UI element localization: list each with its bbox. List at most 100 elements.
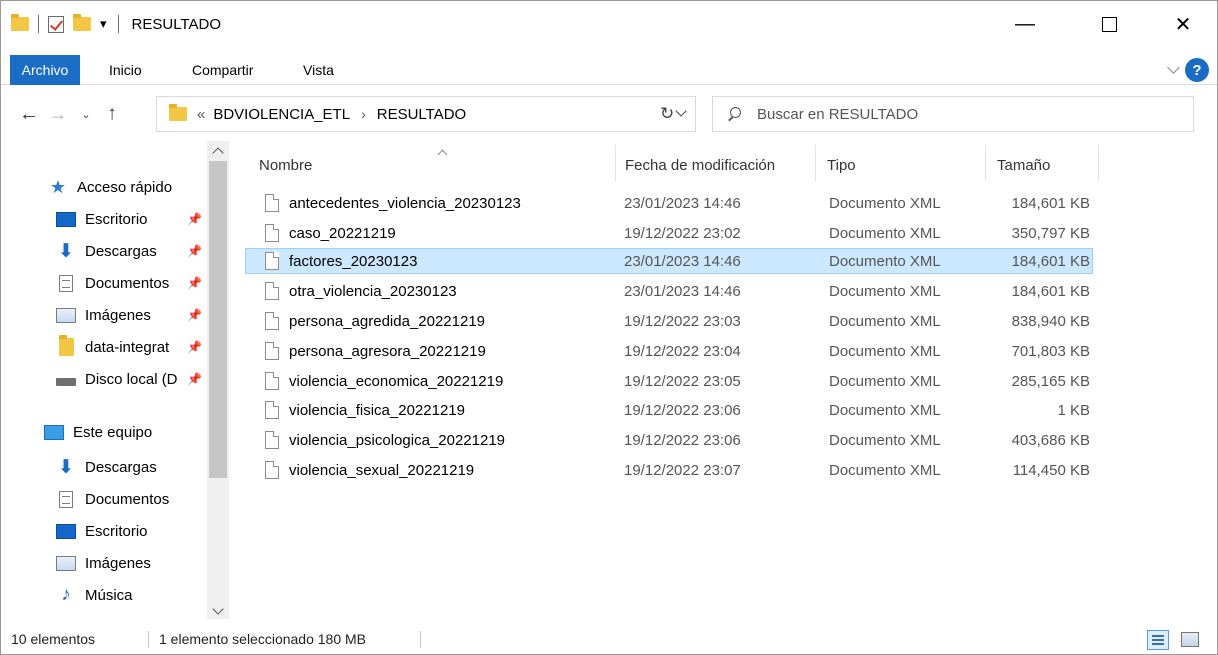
- sidebar-item-quick-access[interactable]: ★ Acceso rápido: [47, 174, 172, 200]
- sidebar-item-label: Imágenes: [85, 554, 151, 572]
- scroll-down-icon[interactable]: [212, 603, 224, 615]
- refresh-button[interactable]: ↻: [660, 96, 674, 132]
- breadcrumb-overflow[interactable]: «: [197, 106, 205, 123]
- file-row[interactable]: otra_violencia_20230123 23/01/2023 14:46…: [245, 278, 1093, 304]
- forward-button[interactable]: →: [48, 96, 68, 132]
- back-arrow-icon: ←: [19, 102, 39, 125]
- scroll-up-icon[interactable]: [212, 147, 224, 159]
- help-icon[interactable]: ?: [1185, 58, 1209, 82]
- file-row[interactable]: violencia_economica_20221219 19/12/2022 …: [245, 368, 1093, 394]
- large-icons-view-icon[interactable]: [1181, 632, 1199, 647]
- search-input[interactable]: [757, 105, 1177, 123]
- sidebar-item-data-integrat[interactable]: data-integrat 📌: [55, 334, 205, 360]
- column-header-name[interactable]: Nombre: [259, 149, 619, 181]
- sidebar-item-desktop-pc[interactable]: Escritorio: [55, 518, 148, 544]
- back-button[interactable]: ←: [17, 96, 41, 132]
- sidebar-item-downloads[interactable]: ⬇ Descargas 📌: [55, 238, 205, 264]
- scrollbar-thumb[interactable]: [209, 161, 227, 478]
- file-row[interactable]: antecedentes_violencia_20230123 23/01/20…: [245, 190, 1093, 216]
- address-bar[interactable]: « BDVIOLENCIA_ETL › RESULTADO: [156, 96, 696, 132]
- column-divider[interactable]: [1098, 145, 1099, 181]
- desktop-icon: [55, 522, 77, 540]
- file-type: Documento XML: [829, 461, 941, 479]
- sidebar-item-label: Documentos: [85, 274, 170, 292]
- file-name: persona_agresora_20221219: [289, 342, 486, 360]
- minimize-button[interactable]: —: [995, 1, 1055, 47]
- sidebar-item-label: Este equipo: [73, 423, 153, 441]
- close-icon: ✕: [1174, 13, 1192, 36]
- item-count: 10 elementos: [11, 631, 96, 647]
- up-button[interactable]: ↑: [101, 96, 123, 132]
- file-row[interactable]: violencia_fisica_20221219 19/12/2022 23:…: [245, 397, 1093, 423]
- expand-ribbon-icon[interactable]: [1167, 61, 1180, 74]
- folder-icon: [11, 14, 29, 31]
- new-folder-icon[interactable]: [73, 14, 91, 31]
- file-row[interactable]: persona_agresora_20221219 19/12/2022 23:…: [245, 338, 1093, 364]
- file-type: Documento XML: [829, 312, 941, 330]
- xml-file-icon: [265, 282, 279, 300]
- tab-compartir[interactable]: Compartir: [192, 55, 253, 85]
- sidebar-item-downloads-pc[interactable]: ⬇ Descargas: [55, 454, 157, 480]
- sidebar-item-label: Música: [85, 586, 133, 604]
- file-size: 184,601 KB: [1011, 282, 1090, 300]
- status-divider: [148, 631, 149, 648]
- music-icon: ♪: [61, 584, 71, 605]
- recent-locations-button[interactable]: ⌄: [79, 96, 93, 132]
- pin-icon[interactable]: 📌: [187, 372, 202, 386]
- sidebar-item-documents-pc[interactable]: Documentos: [55, 486, 169, 512]
- column-header-type[interactable]: Tipo: [827, 149, 856, 181]
- toolbar-divider: [117, 15, 119, 33]
- details-view-icon[interactable]: [1147, 630, 1169, 650]
- column-header-size[interactable]: Tamaño: [997, 149, 1050, 181]
- file-row-selected[interactable]: factores_20230123 23/01/2023 14:46 Docum…: [245, 248, 1093, 274]
- navigation-pane-scrollbar[interactable]: [207, 141, 229, 619]
- search-box[interactable]: [712, 96, 1194, 132]
- pin-icon[interactable]: 📌: [187, 340, 202, 354]
- file-size: 184,601 KB: [1011, 194, 1090, 212]
- column-divider[interactable]: [615, 145, 616, 181]
- file-name: caso_20221219: [289, 224, 396, 242]
- sidebar-item-pictures-pc[interactable]: Imágenes: [55, 550, 151, 576]
- xml-file-icon: [265, 372, 279, 390]
- sidebar-item-local-disk[interactable]: Disco local (D 📌: [55, 366, 205, 392]
- pin-icon[interactable]: 📌: [187, 308, 202, 322]
- download-icon: ⬇: [58, 456, 74, 478]
- tab-archivo[interactable]: Archivo: [10, 55, 80, 85]
- file-row[interactable]: persona_agredida_20221219 19/12/2022 23:…: [245, 308, 1093, 334]
- pin-icon[interactable]: 📌: [187, 276, 202, 290]
- sidebar-item-music[interactable]: ♪ Música: [55, 582, 133, 608]
- sidebar-item-desktop[interactable]: Escritorio 📌: [55, 206, 205, 232]
- breadcrumb-item[interactable]: BDVIOLENCIA_ETL: [213, 106, 350, 123]
- sidebar-item-label: data-integrat: [85, 338, 170, 356]
- pin-icon[interactable]: 📌: [187, 244, 202, 258]
- file-date: 19/12/2022 23:02: [624, 224, 741, 242]
- breadcrumb-separator-icon[interactable]: ›: [361, 106, 366, 122]
- maximize-button[interactable]: [1079, 1, 1139, 47]
- column-divider[interactable]: [815, 145, 816, 181]
- sidebar-item-pictures[interactable]: Imágenes 📌: [55, 302, 205, 328]
- xml-file-icon: [265, 431, 279, 449]
- file-type: Documento XML: [829, 224, 941, 242]
- ribbon-tabs: Archivo Inicio Compartir Vista ?: [1, 55, 1217, 85]
- pin-icon[interactable]: 📌: [187, 212, 202, 226]
- folder-icon: [55, 335, 77, 356]
- xml-file-icon: [265, 252, 279, 270]
- documents-icon: [55, 274, 77, 292]
- close-button[interactable]: ✕: [1153, 1, 1213, 47]
- sort-ascending-icon: [437, 149, 448, 160]
- address-dropdown-icon[interactable]: [675, 105, 687, 117]
- properties-icon[interactable]: [48, 15, 64, 33]
- customize-toolbar-dropdown[interactable]: ▾: [100, 16, 107, 32]
- column-header-date[interactable]: Fecha de modificación: [625, 149, 775, 181]
- file-row[interactable]: caso_20221219 19/12/2022 23:02 Documento…: [245, 220, 1093, 246]
- column-divider[interactable]: [985, 145, 986, 181]
- breadcrumb-item[interactable]: RESULTADO: [377, 106, 466, 123]
- sidebar-item-this-pc[interactable]: Este equipo: [43, 419, 152, 445]
- file-row[interactable]: violencia_sexual_20221219 19/12/2022 23:…: [245, 457, 1093, 483]
- tab-vista[interactable]: Vista: [303, 55, 334, 85]
- file-name: otra_violencia_20230123: [289, 282, 457, 300]
- sidebar-item-documents[interactable]: Documentos 📌: [55, 270, 205, 296]
- maximize-icon: [1101, 16, 1117, 32]
- file-row[interactable]: violencia_psicologica_20221219 19/12/202…: [245, 427, 1093, 453]
- tab-inicio[interactable]: Inicio: [109, 55, 142, 85]
